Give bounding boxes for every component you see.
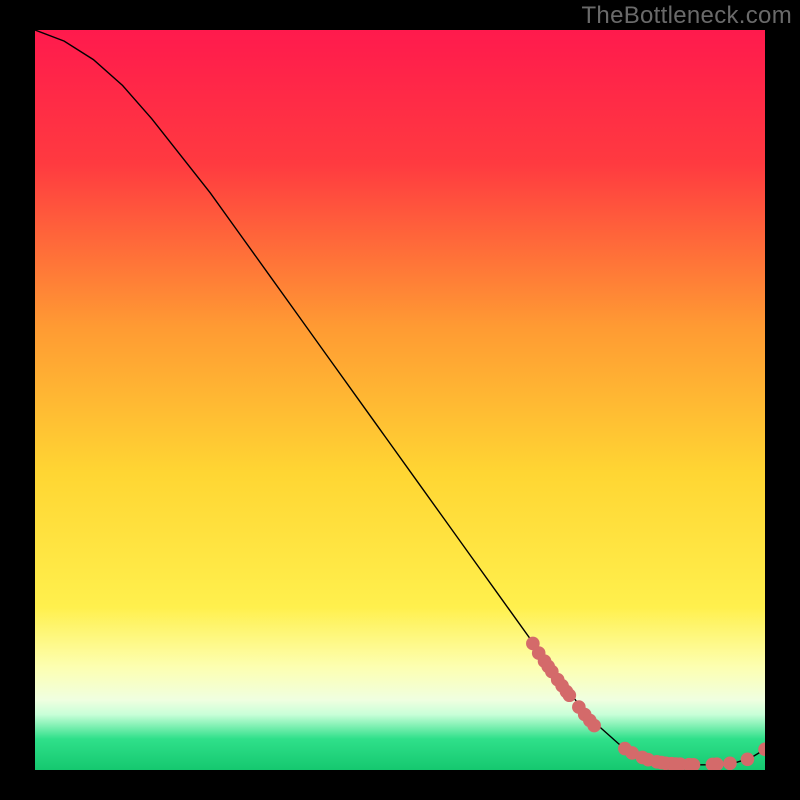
data-marker xyxy=(541,660,555,674)
watermark-text: TheBottleneck.com xyxy=(581,2,792,30)
data-marker xyxy=(741,752,755,766)
plot-overlay xyxy=(35,30,765,770)
data-marker xyxy=(563,688,577,702)
chart-frame: TheBottleneck.com xyxy=(0,0,800,800)
data-marker xyxy=(758,742,765,756)
data-marker xyxy=(723,757,737,770)
plot-area xyxy=(35,30,765,770)
data-marker xyxy=(587,719,601,733)
marker-cluster xyxy=(526,637,765,770)
bottleneck-curve xyxy=(35,30,765,765)
